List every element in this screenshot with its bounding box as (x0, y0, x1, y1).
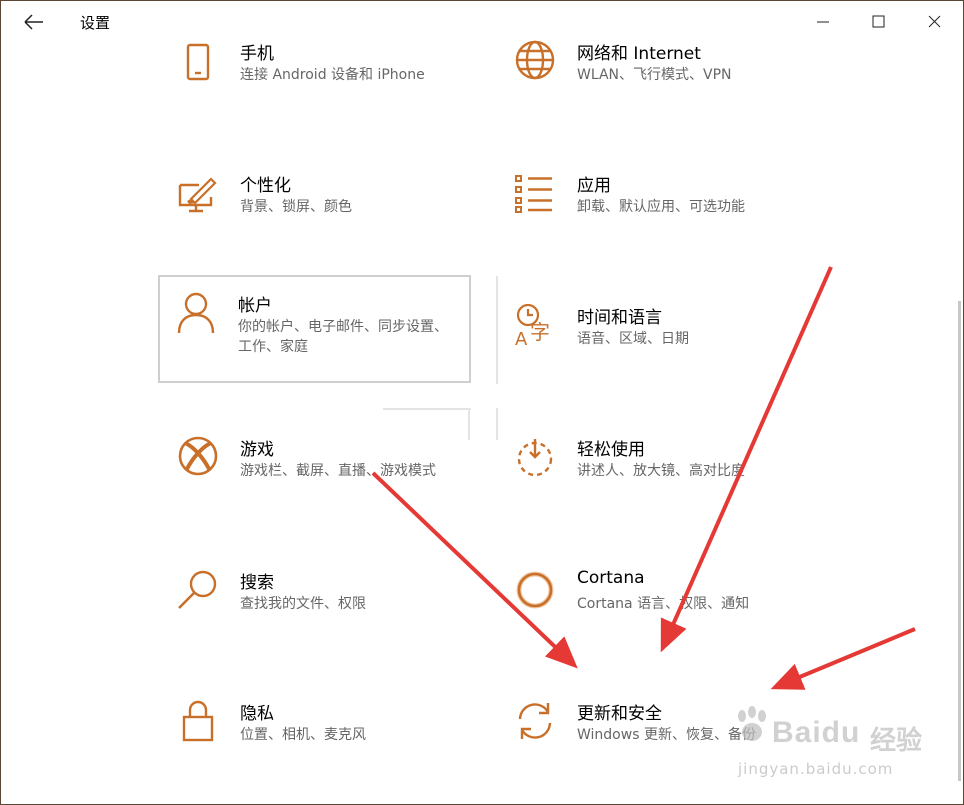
tile-description: 卸载、默认应用、可选功能 (577, 199, 745, 215)
tile-title: Cortana (577, 568, 645, 588)
tile-phone[interactable]: 手机 连接 Android 设备和 iPhone (160, 23, 472, 129)
title-bar: 设置 (1, 1, 963, 43)
settings-window: 设置 手机 连接 Android 设备和 iPhone 网络和 Internet… (0, 0, 964, 805)
tile-accounts[interactable]: 帐户 你的帐户、电子邮件、同步设置、工作、家庭 (158, 275, 471, 383)
apps-list-icon (515, 175, 552, 213)
ease-of-access-icon (517, 439, 553, 477)
maximize-icon (872, 15, 885, 28)
tile-time-language[interactable]: A 字 时间和语言 语音、区域、日期 (497, 287, 809, 393)
tile-description: 连接 Android 设备和 iPhone (240, 67, 425, 83)
tile-description: 语音、区域、日期 (577, 331, 689, 347)
tile-description: 讲述人、放大镜、高对比度 (577, 463, 745, 479)
tile-ease-of-access[interactable]: 轻松使用 讲述人、放大镜、高对比度 (497, 419, 809, 525)
tile-description: WLAN、飞行模式、VPN (577, 67, 732, 83)
tile-title: 游戏 (240, 440, 274, 460)
close-button[interactable] (911, 7, 957, 37)
sync-icon (518, 703, 552, 739)
tile-title: 搜索 (240, 573, 274, 593)
person-icon (177, 292, 215, 334)
tile-title: 轻松使用 (577, 440, 645, 460)
tile-network[interactable]: 网络和 Internet WLAN、飞行模式、VPN (497, 23, 809, 129)
globe-icon (515, 40, 555, 80)
tile-hover-outline (383, 408, 471, 410)
time-language-icon: A 字 (515, 303, 550, 347)
lock-icon (182, 700, 214, 742)
tile-gaming[interactable]: 游戏 游戏栏、截屏、直播、游戏模式 (160, 419, 472, 525)
tile-title: 更新和安全 (577, 704, 662, 724)
tile-title: 隐私 (240, 704, 274, 724)
tile-title: 网络和 Internet (577, 44, 701, 64)
svg-text:字: 字 (530, 320, 550, 344)
phone-icon (186, 43, 210, 81)
svg-text:A: A (515, 329, 528, 347)
tile-description: 游戏栏、截屏、直播、游戏模式 (240, 463, 436, 479)
tile-search[interactable]: 搜索 查找我的文件、权限 (160, 552, 472, 658)
tile-description: 位置、相机、麦克风 (240, 727, 366, 743)
tile-description: Windows 更新、恢复、备份 (577, 727, 756, 743)
cortana-icon (516, 571, 554, 609)
app-title: 设置 (80, 14, 111, 32)
tile-title: 时间和语言 (577, 308, 662, 328)
personalization-icon (178, 177, 217, 213)
tile-title: 帐户 (238, 296, 272, 316)
tile-apps[interactable]: 应用 卸载、默认应用、可选功能 (497, 155, 809, 261)
tile-title: 应用 (577, 176, 611, 196)
xbox-icon (178, 436, 218, 476)
tile-title: 手机 (240, 44, 274, 64)
tile-description: 你的帐户、电子邮件、同步设置、工作、家庭 (238, 319, 448, 355)
tile-description: 背景、锁屏、颜色 (240, 199, 352, 215)
close-icon (928, 15, 941, 28)
tile-privacy[interactable]: 隐私 位置、相机、麦克风 (160, 683, 472, 789)
tile-title: 个性化 (240, 176, 291, 196)
tile-description: Cortana 语言、权限、通知 (577, 596, 750, 612)
maximize-button[interactable] (854, 7, 900, 37)
search-icon (178, 570, 217, 609)
tile-description: 查找我的文件、权限 (240, 596, 366, 612)
tile-personalization[interactable]: 个性化 背景、锁屏、颜色 (160, 155, 472, 261)
back-arrow-icon (24, 14, 43, 30)
back-button[interactable] (13, 7, 51, 37)
tile-cortana[interactable]: Cortana Cortana 语言、权限、通知 (497, 552, 809, 658)
scrollbar[interactable] (958, 301, 961, 781)
tile-update-security[interactable]: 更新和安全 Windows 更新、恢复、备份 (497, 683, 809, 789)
